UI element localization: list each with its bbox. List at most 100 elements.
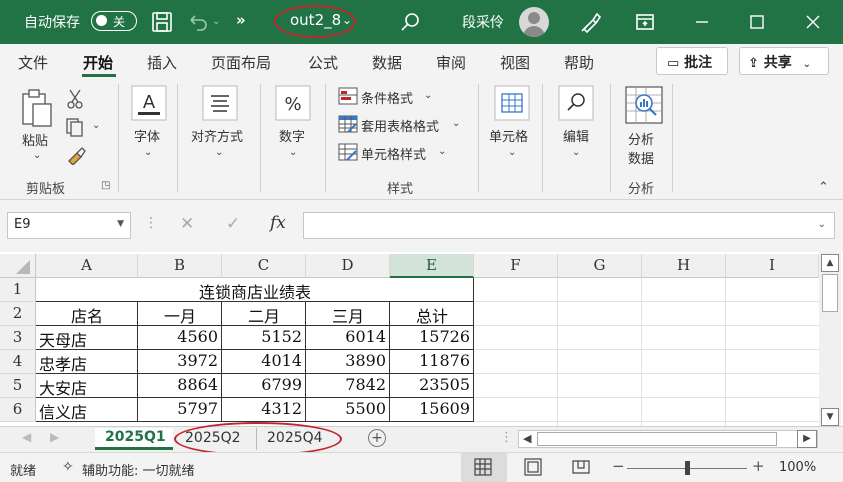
- table-format-icon[interactable]: [338, 115, 358, 133]
- select-all-corner[interactable]: [0, 254, 36, 278]
- name-box-dropdown-icon[interactable]: ▼: [117, 219, 124, 229]
- table-cell[interactable]: 4312: [222, 398, 306, 422]
- row-header-1[interactable]: 1: [0, 278, 36, 302]
- conditional-format-label[interactable]: 条件格式: [361, 88, 413, 107]
- table-cell[interactable]: 5797: [138, 398, 222, 422]
- scroll-down-icon[interactable]: ▼: [821, 408, 839, 426]
- font-chevron-icon[interactable]: ⌄: [144, 147, 152, 158]
- copy-icon[interactable]: [65, 117, 87, 137]
- table-cell[interactable]: 4014: [222, 350, 306, 374]
- paste-chevron-icon[interactable]: ⌄: [33, 150, 41, 161]
- page-layout-view-icon[interactable]: [524, 458, 542, 480]
- minimize-icon[interactable]: [690, 10, 714, 34]
- prev-sheet-icon[interactable]: ◀: [22, 430, 31, 444]
- analyze-label-line1[interactable]: 分析: [628, 129, 654, 148]
- close-icon[interactable]: [801, 10, 825, 34]
- conditional-format-icon[interactable]: [338, 87, 358, 105]
- table-cell[interactable]: 大安店: [36, 374, 138, 398]
- tab-file[interactable]: 文件: [18, 52, 48, 73]
- edit-search-icon[interactable]: [558, 85, 594, 121]
- table-cell[interactable]: 11876: [390, 350, 474, 374]
- accessibility-status[interactable]: 辅助功能: 一切就绪: [82, 460, 195, 479]
- table-format-chevron-icon[interactable]: ⌄: [452, 118, 460, 129]
- normal-view-icon[interactable]: [474, 458, 492, 480]
- column-header-c[interactable]: C: [222, 254, 306, 278]
- formula-input[interactable]: ⌄: [303, 212, 835, 239]
- cancel-icon[interactable]: ✕: [180, 214, 194, 234]
- header-cell-total[interactable]: 总计: [390, 302, 474, 326]
- insert-function-icon[interactable]: fx: [270, 213, 286, 233]
- tab-data[interactable]: 数据: [372, 52, 402, 73]
- table-cell[interactable]: 5152: [222, 326, 306, 350]
- tab-split-grip-icon[interactable]: ⋮: [500, 430, 513, 445]
- align-icon[interactable]: [202, 85, 238, 121]
- table-format-label[interactable]: 套用表格格式: [361, 116, 439, 135]
- row-header-5[interactable]: 5: [0, 374, 36, 398]
- save-icon[interactable]: [150, 10, 174, 34]
- analyze-data-icon[interactable]: [624, 85, 664, 125]
- header-cell-feb[interactable]: 二月: [222, 302, 306, 326]
- accessibility-icon[interactable]: ✧: [62, 459, 74, 475]
- font-label[interactable]: 字体: [134, 126, 160, 145]
- cells-label[interactable]: 单元格: [489, 126, 528, 145]
- header-cell-mar[interactable]: 三月: [306, 302, 390, 326]
- row-header-2[interactable]: 2: [0, 302, 36, 326]
- page-break-view-icon[interactable]: [572, 458, 590, 480]
- table-cell[interactable]: 15609: [390, 398, 474, 422]
- next-sheet-icon[interactable]: ▶: [50, 430, 59, 444]
- edit-label[interactable]: 编辑: [563, 126, 589, 145]
- scroll-left-icon[interactable]: ◀: [523, 432, 531, 445]
- header-cell-jan[interactable]: 一月: [138, 302, 222, 326]
- zoom-in-icon[interactable]: +: [752, 457, 765, 475]
- undo-icon[interactable]: [186, 10, 210, 34]
- clipboard-launcher-icon[interactable]: ◳: [101, 180, 110, 191]
- tab-review[interactable]: 审阅: [436, 52, 466, 73]
- tab-insert[interactable]: 插入: [147, 52, 177, 73]
- font-icon[interactable]: A: [131, 85, 167, 121]
- add-sheet-icon[interactable]: +: [368, 429, 386, 447]
- enter-check-icon[interactable]: ✓: [226, 214, 240, 234]
- cells-icon[interactable]: [494, 85, 530, 121]
- collapse-ribbon-icon[interactable]: ⌃: [818, 180, 829, 195]
- table-cell[interactable]: 15726: [390, 326, 474, 350]
- cut-icon[interactable]: [65, 88, 85, 110]
- column-header-i[interactable]: I: [726, 254, 819, 278]
- number-chevron-icon[interactable]: ⌄: [289, 147, 297, 158]
- search-icon[interactable]: [398, 10, 422, 34]
- paste-label[interactable]: 粘贴: [22, 130, 48, 149]
- tab-view[interactable]: 视图: [500, 52, 530, 73]
- autosave-toggle[interactable]: 关: [91, 11, 137, 31]
- comments-button[interactable]: ▭ 批注: [656, 47, 728, 75]
- table-cell[interactable]: 3890: [306, 350, 390, 374]
- column-header-h[interactable]: H: [642, 254, 726, 278]
- scroll-up-icon[interactable]: ▲: [821, 254, 839, 272]
- column-header-e[interactable]: E: [390, 254, 474, 278]
- row-header-3[interactable]: 3: [0, 326, 36, 350]
- sheet-tab-2025q1[interactable]: 2025Q1: [95, 428, 173, 450]
- zoom-level[interactable]: 100%: [779, 460, 816, 475]
- column-header-g[interactable]: G: [558, 254, 642, 278]
- paste-icon[interactable]: [20, 88, 54, 128]
- more-commands-icon[interactable]: »: [236, 11, 246, 29]
- sheet-title-cell[interactable]: 连锁商店业绩表: [36, 278, 474, 302]
- format-painter-icon[interactable]: [65, 145, 87, 165]
- table-cell[interactable]: 8864: [138, 374, 222, 398]
- zoom-out-icon[interactable]: −: [612, 457, 625, 475]
- table-cell[interactable]: 忠孝店: [36, 350, 138, 374]
- pen-icon[interactable]: [579, 10, 603, 34]
- cells-chevron-icon[interactable]: ⌄: [508, 147, 516, 158]
- ribbon-display-icon[interactable]: [633, 10, 657, 34]
- scroll-right-icon[interactable]: ▶: [797, 430, 817, 448]
- column-header-b[interactable]: B: [138, 254, 222, 278]
- tab-help[interactable]: 帮助: [564, 52, 594, 73]
- expand-formula-icon[interactable]: ⌄: [818, 219, 826, 230]
- zoom-slider-thumb[interactable]: [685, 461, 690, 475]
- column-header-a[interactable]: A: [36, 254, 138, 278]
- maximize-icon[interactable]: [745, 10, 769, 34]
- cell-style-label[interactable]: 单元格样式: [361, 144, 426, 163]
- align-label[interactable]: 对齐方式: [191, 126, 243, 145]
- share-button[interactable]: ⇪ 共享 ⌄: [739, 47, 829, 75]
- number-format-icon[interactable]: %: [275, 85, 311, 121]
- header-cell-store[interactable]: 店名: [36, 302, 138, 326]
- horizontal-scroll-thumb[interactable]: [537, 432, 777, 446]
